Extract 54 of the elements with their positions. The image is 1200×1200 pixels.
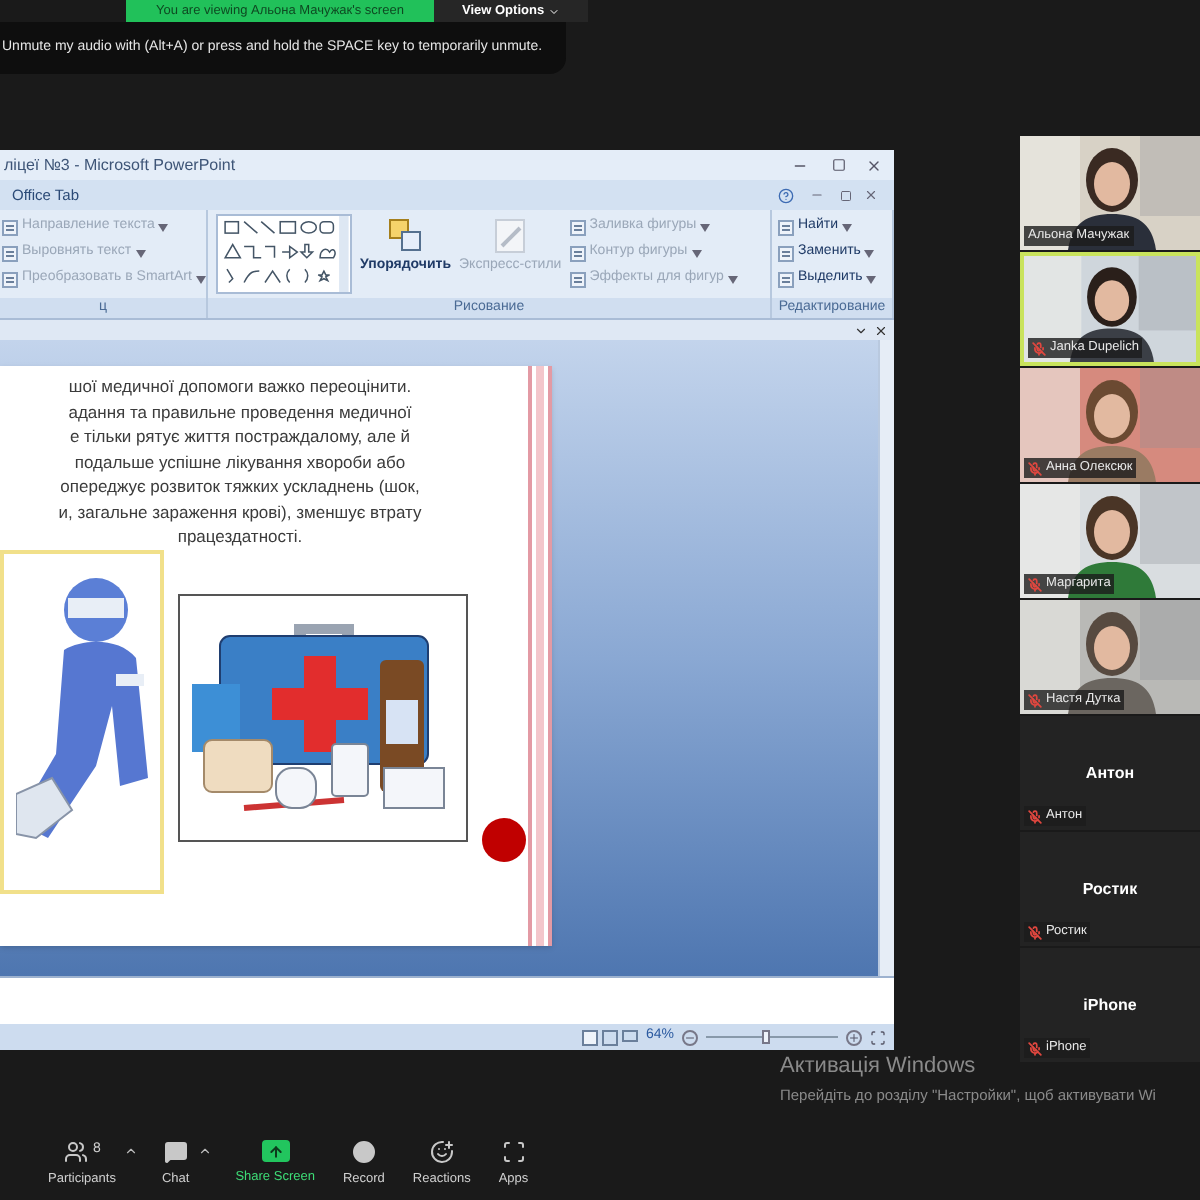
slide-text-line: працездатності.: [177, 524, 303, 549]
close-icon[interactable]: [866, 157, 882, 173]
caret-icon: [158, 223, 169, 231]
slide-text-line: шої медичної допомоги важко переоцінити.: [68, 374, 412, 399]
reactions-icon: [429, 1139, 454, 1164]
circle-marker: [482, 817, 526, 861]
slide-text-line: подальше успішне лікування хвороби або: [74, 449, 406, 474]
arrange-icon: [385, 216, 426, 256]
close-icon[interactable]: [874, 323, 888, 337]
chevron-up-icon[interactable]: [197, 1143, 212, 1158]
zoom-in-icon[interactable]: [846, 1029, 862, 1045]
fit-to-window-icon[interactable]: [870, 1029, 886, 1045]
view-buttons-icon[interactable]: [581, 1029, 638, 1045]
slide-text-line: адання та правильне проведення медичної: [68, 399, 412, 424]
shapes-gallery[interactable]: [216, 214, 352, 294]
zoom-out-icon[interactable]: [682, 1029, 698, 1045]
slide-text-line: и, загальне зараження крові), зменшує втрату: [58, 499, 422, 524]
caret-icon: [700, 223, 711, 231]
shape-format-icon: [569, 245, 586, 261]
help-icon[interactable]: [778, 187, 794, 203]
vertical-scrollbar[interactable]: [878, 340, 894, 976]
caret-icon: [866, 275, 877, 283]
caret-icon: [195, 275, 206, 283]
zoom-slider-thumb[interactable]: [761, 1030, 770, 1044]
participant-display-name: iPhone: [1083, 993, 1137, 1017]
chevron-up-icon[interactable]: [123, 1143, 138, 1158]
record-icon: [351, 1139, 376, 1164]
caret-icon: [691, 249, 702, 257]
restore-icon[interactable]: [840, 189, 852, 201]
caret-icon: [727, 275, 738, 283]
caret-icon: [135, 249, 146, 257]
notes-pane[interactable]: [0, 976, 894, 1024]
editing-icon: [778, 245, 794, 261]
caret-icon: [864, 249, 875, 257]
share-screen-icon: [261, 1140, 290, 1163]
apps-icon: [501, 1139, 526, 1164]
chevron-down-icon[interactable]: [854, 323, 868, 337]
participant-display-name: Ростик: [1082, 877, 1138, 901]
shape-format-icon: [569, 271, 586, 287]
editing-icon: [778, 219, 794, 235]
participant-display-name: Антон: [1085, 761, 1135, 785]
activation-title: Активація Windows: [780, 1052, 978, 1082]
editing-icon: [778, 271, 794, 287]
slide-text-line: е тільки рятує життя постраждалому, але й: [69, 424, 411, 449]
maximize-icon[interactable]: [832, 158, 846, 172]
quick-styles-icon: [490, 216, 531, 256]
window-title: ліцеї №3 - Microsoft PowerPoint: [4, 153, 238, 177]
caret-icon: [841, 223, 852, 231]
zoom-slider[interactable]: [706, 1030, 838, 1044]
chat-icon: [163, 1139, 188, 1164]
slide-text-line: опереджує розвиток тяжких ускладнень (шок,: [60, 474, 420, 499]
chevron-down-icon: [548, 5, 561, 17]
participants-icon: [63, 1139, 88, 1164]
shape-format-icon: [569, 219, 586, 235]
